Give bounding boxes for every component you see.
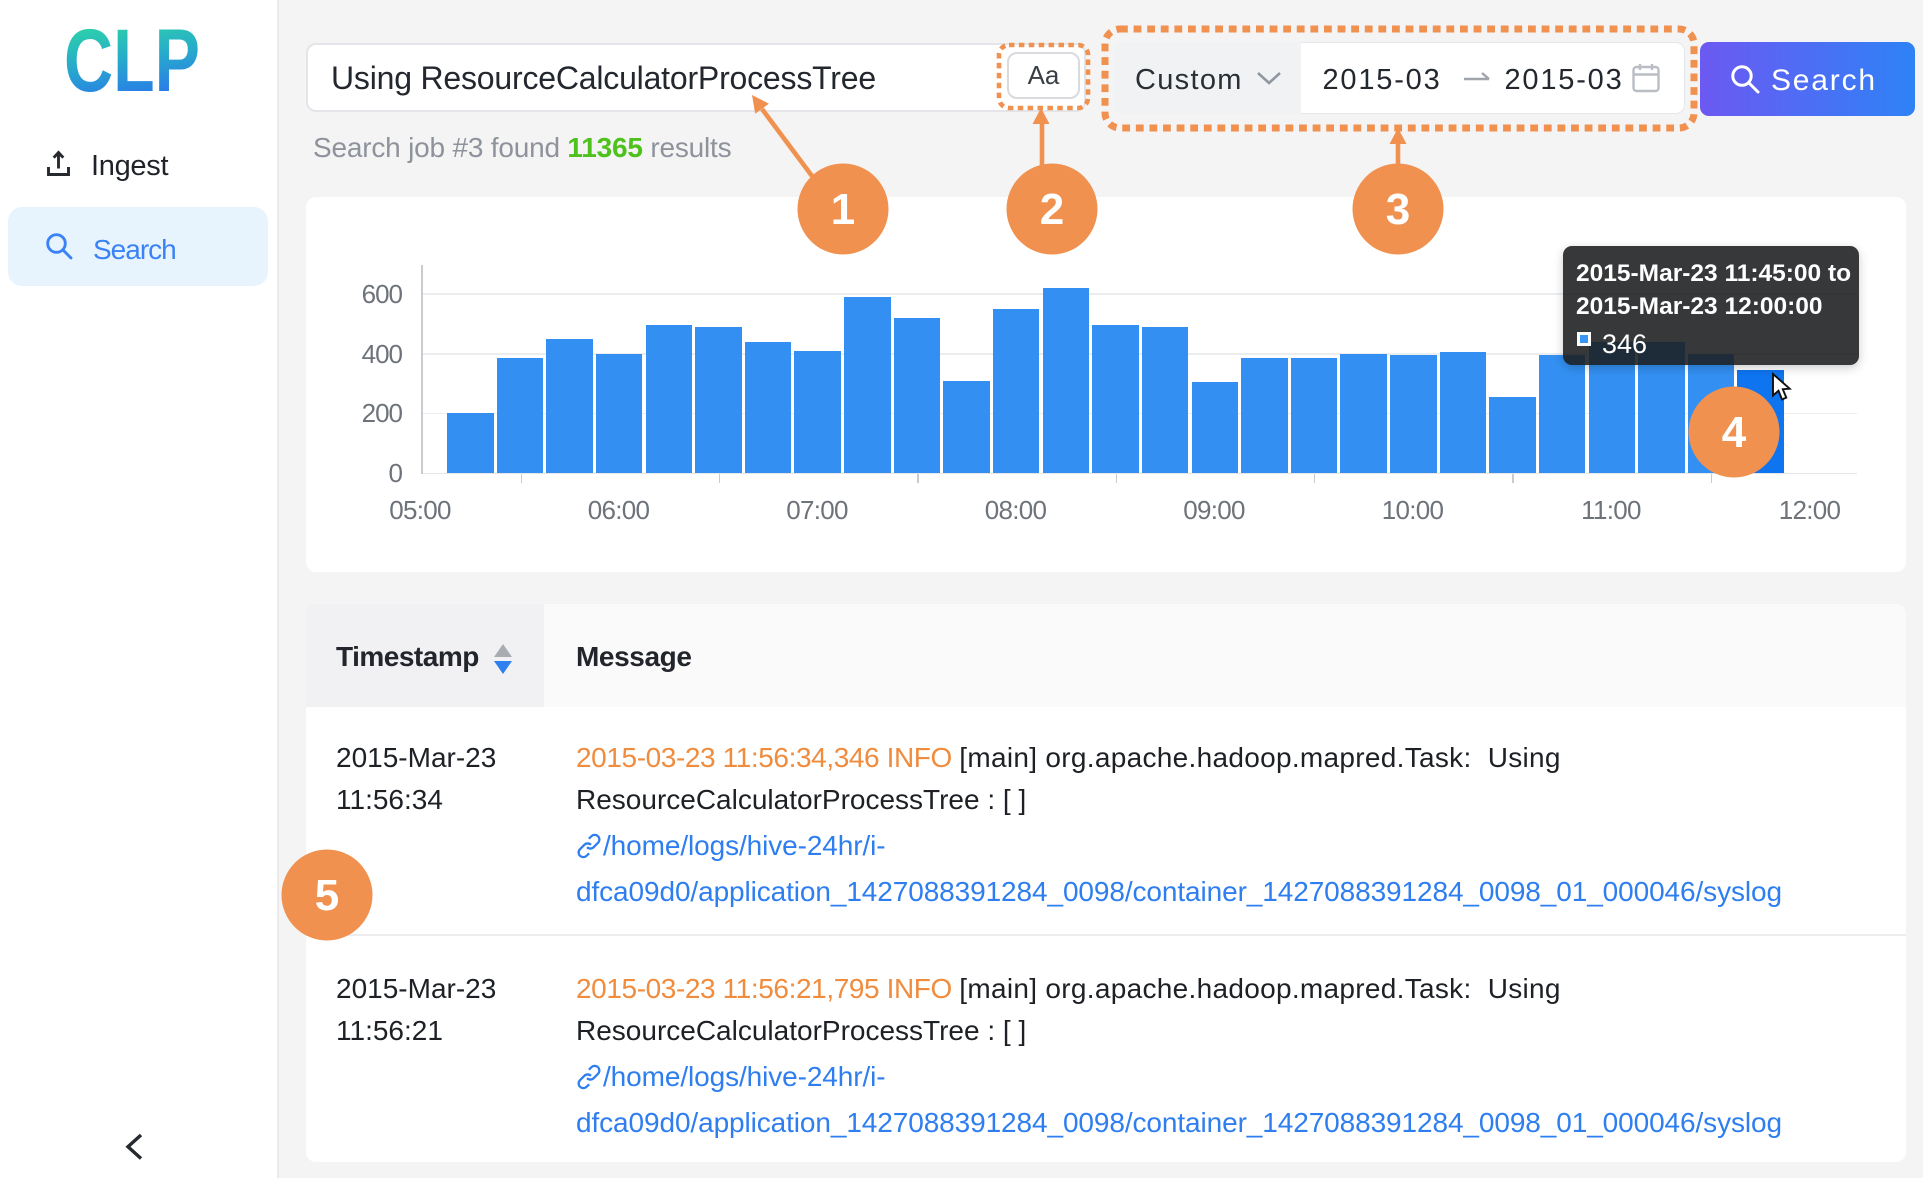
svg-text:CLP: CLP bbox=[64, 20, 200, 98]
